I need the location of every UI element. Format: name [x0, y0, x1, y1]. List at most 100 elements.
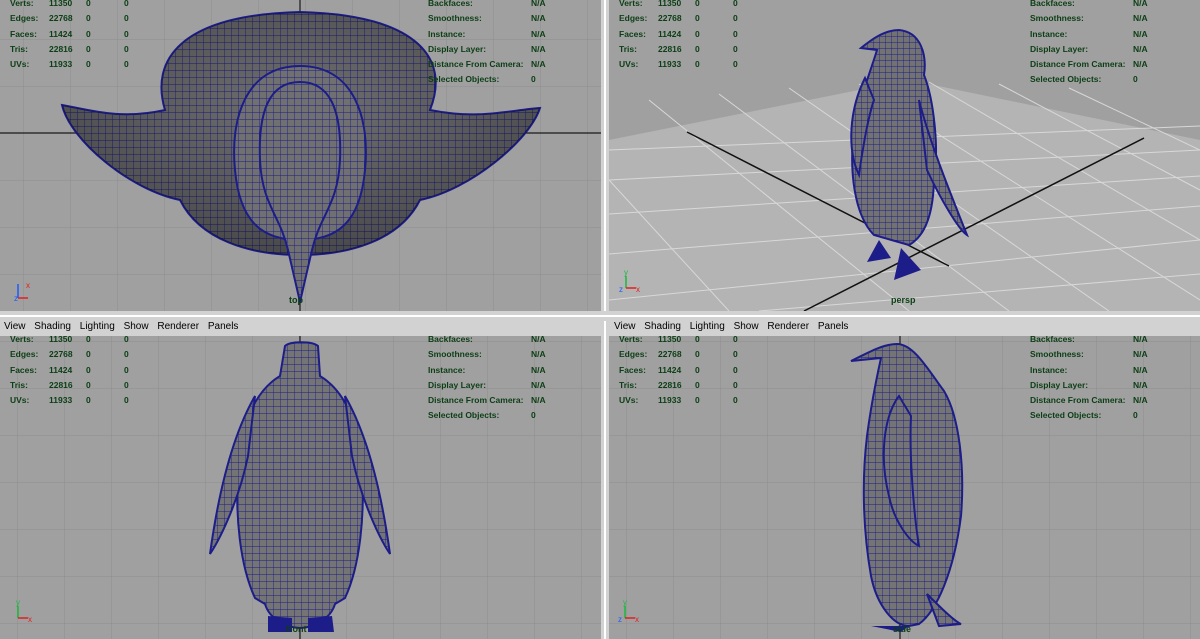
hud-stat-value: 0 — [695, 364, 700, 375]
panel-menubar-front: View Shading Lighting Show Renderer Pane… — [4, 321, 244, 335]
camera-label-front: front — [286, 624, 307, 634]
menu-shading[interactable]: Shading — [644, 321, 681, 332]
hud-info-label: Backfaces: — [428, 0, 473, 8]
hud-stat-value: 0 — [86, 349, 91, 360]
hud-stat-label: Tris: — [619, 43, 637, 54]
panel-menubar-side: View Shading Lighting Show Renderer Pane… — [614, 321, 854, 335]
hud-stat-label: Tris: — [10, 43, 28, 54]
hud-info-label: Selected Objects: — [428, 410, 500, 421]
hud-info-label: Display Layer: — [428, 43, 487, 54]
hud-stat-row: Verts: 11350 0 0 — [619, 336, 738, 347]
hud-info-row: Selected Objects: 0 — [428, 72, 546, 87]
viewport-front[interactable]: Verts: 11350 0 0 Edges: 22768 0 0 Faces: 11424 0 0 T… — [0, 336, 601, 639]
axis-gizmo-icon: y x z — [618, 598, 639, 624]
hud-info-value: N/A — [1133, 13, 1148, 24]
hud-stat-value: 0 — [695, 349, 700, 360]
hud-stat-label: UVs: — [619, 59, 639, 70]
axis-gizmo-icon: y x z — [619, 268, 640, 294]
hud-stat-value: 0 — [124, 336, 129, 344]
menu-panels[interactable]: Panels — [208, 321, 239, 332]
hud-info-value: N/A — [1133, 349, 1148, 360]
hud-info-row: Smoothness: N/A — [428, 347, 546, 362]
hud-info-value: 0 — [531, 410, 536, 421]
hud-stat-row: Verts: 11350 0 0 — [619, 0, 738, 11]
hud-stat-label: UVs: — [10, 395, 30, 406]
hud-info-value: N/A — [1133, 364, 1148, 375]
viewport-persp[interactable]: Verts: 11350 0 0 Edges: 22768 0 0 Faces: 11424 0 0 T… — [609, 0, 1200, 311]
hud-stat-value: 0 — [695, 379, 700, 390]
hud-stat-value: 0 — [86, 395, 91, 406]
hud-stat-row: Faces: 11424 0 0 — [619, 363, 738, 378]
svg-text:z: z — [14, 294, 18, 303]
viewport-divider-horizontal[interactable] — [0, 311, 1200, 321]
hud-info-row: Display Layer: N/A — [428, 42, 546, 57]
hud-info-value: 0 — [531, 74, 536, 85]
hud-stat-value: 0 — [695, 13, 700, 24]
hud-info-label: Backfaces: — [428, 336, 473, 344]
hud-stat-value: 11350 — [49, 0, 73, 8]
hud-info-label: Selected Objects: — [1030, 74, 1102, 85]
hud-info-label: Distance From Camera: — [428, 395, 524, 406]
menu-show[interactable]: Show — [734, 321, 759, 332]
hud-stat-row: UVs: 11933 0 0 — [619, 393, 738, 408]
viewport-top[interactable]: Verts: 11350 0 0 Edges: 22768 0 0 Faces: 11424 0 0 T… — [0, 0, 601, 311]
hud-stat-value: 0 — [695, 28, 700, 39]
hud-info-value: N/A — [531, 0, 546, 8]
object-info-hud: Backfaces: N/A Smoothness: N/A Instance: N/A D… — [1030, 0, 1148, 88]
hud-stat-value: 11350 — [49, 336, 73, 344]
svg-text:y: y — [623, 598, 627, 607]
hud-info-row: Smoothness: N/A — [1030, 347, 1148, 362]
viewport-side[interactable]: Verts: 11350 0 0 Edges: 22768 0 0 Faces: 11424 0 0 T… — [609, 336, 1200, 639]
hud-stat-label: UVs: — [619, 395, 639, 406]
hud-info-label: Distance From Camera: — [428, 59, 524, 70]
hud-info-row: Instance: N/A — [428, 363, 546, 378]
hud-stat-value: 22768 — [658, 349, 682, 360]
hud-stat-label: Verts: — [619, 0, 643, 8]
menu-view[interactable]: View — [614, 321, 636, 332]
hud-info-value: N/A — [531, 43, 546, 54]
menu-panels[interactable]: Panels — [818, 321, 849, 332]
menu-lighting[interactable]: Lighting — [690, 321, 725, 332]
hud-stat-value: 22768 — [49, 349, 73, 360]
menu-lighting[interactable]: Lighting — [80, 321, 115, 332]
object-info-hud: Backfaces: N/A Smoothness: N/A Instance: N/A D… — [428, 0, 546, 88]
poly-count-hud: Verts: 11350 0 0 Edges: 22768 0 0 Faces: 11424 0 0 T… — [10, 0, 129, 72]
hud-stat-value: 22816 — [49, 43, 73, 54]
hud-info-value: 0 — [1133, 74, 1138, 85]
hud-stat-row: Tris: 22816 0 0 — [619, 378, 738, 393]
hud-info-value: N/A — [531, 336, 546, 344]
hud-stat-value: 22816 — [658, 43, 682, 54]
menu-renderer[interactable]: Renderer — [157, 321, 199, 332]
object-info-hud: Backfaces: N/A Smoothness: N/A Instance: N/A D… — [1030, 336, 1148, 424]
hud-stat-value: 0 — [86, 13, 91, 24]
hud-stat-value: 22816 — [49, 379, 73, 390]
hud-info-row: Instance: N/A — [1030, 363, 1148, 378]
hud-info-label: Instance: — [1030, 28, 1068, 39]
hud-stat-value: 0 — [695, 0, 700, 8]
menu-shading[interactable]: Shading — [34, 321, 71, 332]
hud-stat-value: 11424 — [49, 28, 73, 39]
hud-info-row: Selected Objects: 0 — [428, 408, 546, 423]
menu-show[interactable]: Show — [124, 321, 149, 332]
hud-stat-row: Edges: 22768 0 0 — [10, 11, 129, 26]
svg-text:x: x — [28, 615, 32, 624]
hud-stat-label: Verts: — [619, 336, 643, 344]
hud-stat-value: 0 — [124, 379, 129, 390]
hud-stat-label: Faces: — [619, 28, 646, 39]
hud-stat-value: 22816 — [658, 379, 682, 390]
hud-stat-row: Edges: 22768 0 0 — [619, 347, 738, 362]
hud-info-label: Instance: — [428, 364, 466, 375]
hud-stat-value: 11933 — [658, 59, 682, 70]
hud-info-label: Instance: — [428, 28, 466, 39]
axis-gizmo-icon: y x — [16, 598, 32, 624]
hud-info-value: N/A — [531, 13, 546, 24]
menu-view[interactable]: View — [4, 321, 26, 332]
hud-stat-label: Faces: — [10, 28, 37, 39]
svg-text:x: x — [26, 281, 30, 290]
hud-stat-label: Edges: — [10, 13, 39, 24]
camera-label-side: side — [893, 624, 912, 634]
hud-info-label: Display Layer: — [428, 379, 487, 390]
hud-stat-value: 0 — [86, 336, 91, 344]
hud-info-label: Distance From Camera: — [1030, 59, 1126, 70]
menu-renderer[interactable]: Renderer — [767, 321, 809, 332]
